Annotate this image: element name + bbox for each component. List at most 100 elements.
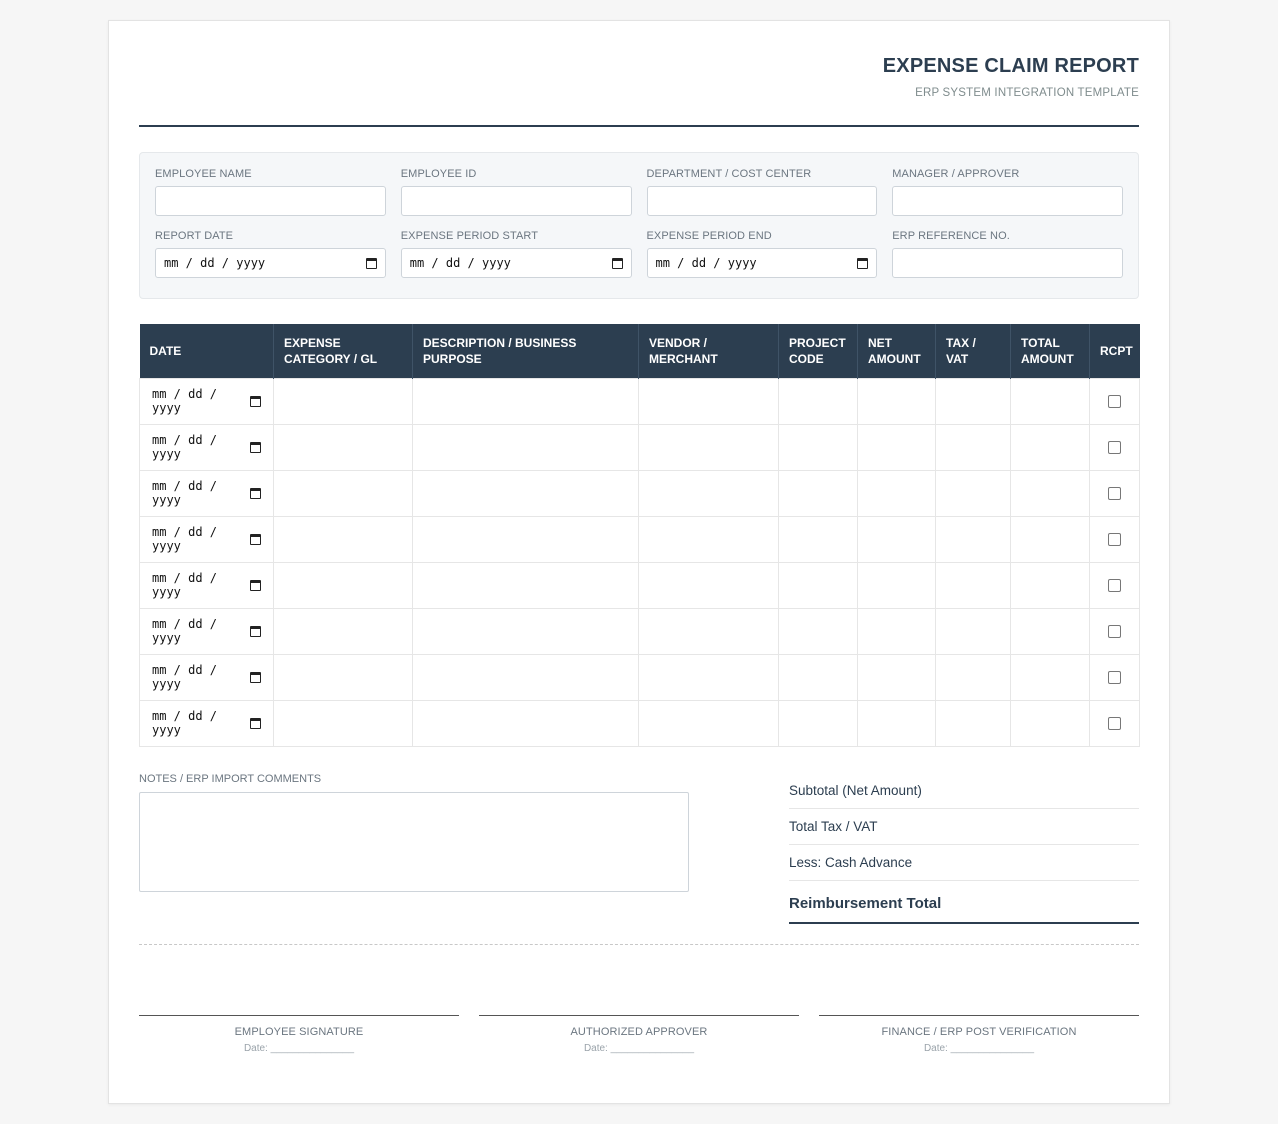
date-input[interactable]: mm / dd / yyyy bbox=[152, 387, 261, 415]
approver-signature-line[interactable] bbox=[479, 1014, 799, 1016]
period-end-input[interactable]: mm / dd / yyyy bbox=[646, 248, 878, 278]
description-cell[interactable] bbox=[412, 699, 639, 747]
category-cell[interactable] bbox=[273, 653, 413, 701]
total-amount-cell[interactable] bbox=[1010, 653, 1090, 701]
receipt-checkbox[interactable] bbox=[1108, 394, 1121, 408]
date-cell[interactable]: mm / dd / yyyy bbox=[139, 469, 274, 517]
tax-cell[interactable] bbox=[935, 607, 1011, 655]
calendar-icon[interactable] bbox=[250, 625, 261, 637]
calendar-icon[interactable] bbox=[250, 533, 261, 545]
date-input[interactable]: mm / dd / yyyy bbox=[152, 571, 261, 599]
vendor-cell[interactable] bbox=[638, 653, 779, 701]
total-amount-cell[interactable] bbox=[1010, 377, 1090, 425]
net-amount-cell[interactable] bbox=[857, 515, 936, 563]
employee-name-input[interactable] bbox=[155, 186, 386, 216]
date-input[interactable]: mm / dd / yyyy bbox=[152, 663, 261, 691]
calendar-icon[interactable] bbox=[250, 717, 261, 729]
project-code-cell[interactable] bbox=[778, 423, 858, 471]
net-amount-cell[interactable] bbox=[857, 469, 936, 517]
description-cell[interactable] bbox=[412, 607, 639, 655]
total-amount-cell[interactable] bbox=[1010, 423, 1090, 471]
date-cell[interactable]: mm / dd / yyyy bbox=[139, 561, 274, 609]
total-amount-cell[interactable] bbox=[1010, 607, 1090, 655]
receipt-checkbox[interactable] bbox=[1108, 578, 1121, 592]
date-cell[interactable]: mm / dd / yyyy bbox=[139, 515, 274, 563]
project-code-cell[interactable] bbox=[778, 469, 858, 517]
vendor-cell[interactable] bbox=[638, 377, 779, 425]
total-amount-cell[interactable] bbox=[1010, 469, 1090, 517]
department-input[interactable] bbox=[646, 186, 878, 216]
net-amount-cell[interactable] bbox=[857, 561, 936, 609]
receipt-checkbox[interactable] bbox=[1108, 532, 1121, 546]
date-input[interactable]: mm / dd / yyyy bbox=[152, 617, 261, 645]
date-input[interactable]: mm / dd / yyyy bbox=[152, 479, 261, 507]
category-cell[interactable] bbox=[273, 377, 413, 425]
description-cell[interactable] bbox=[412, 423, 639, 471]
net-amount-cell[interactable] bbox=[857, 377, 936, 425]
project-code-cell[interactable] bbox=[778, 699, 858, 747]
project-code-cell[interactable] bbox=[778, 377, 858, 425]
total-amount-cell[interactable] bbox=[1010, 561, 1090, 609]
date-input[interactable]: mm / dd / yyyy bbox=[152, 525, 261, 553]
vendor-cell[interactable] bbox=[638, 423, 779, 471]
vendor-cell[interactable] bbox=[638, 515, 779, 563]
receipt-checkbox[interactable] bbox=[1108, 624, 1121, 638]
description-cell[interactable] bbox=[412, 561, 639, 609]
vendor-cell[interactable] bbox=[638, 561, 779, 609]
calendar-icon[interactable] bbox=[250, 441, 261, 453]
category-cell[interactable] bbox=[273, 423, 413, 471]
net-amount-cell[interactable] bbox=[857, 699, 936, 747]
receipt-checkbox[interactable] bbox=[1108, 670, 1121, 684]
tax-cell[interactable] bbox=[935, 699, 1011, 747]
calendar-icon[interactable] bbox=[250, 487, 261, 499]
category-cell[interactable] bbox=[273, 561, 413, 609]
receipt-checkbox[interactable] bbox=[1108, 440, 1121, 454]
date-cell[interactable]: mm / dd / yyyy bbox=[139, 699, 274, 747]
report-date-input[interactable]: mm / dd / yyyy bbox=[155, 248, 386, 278]
net-amount-cell[interactable] bbox=[857, 653, 936, 701]
category-cell[interactable] bbox=[273, 607, 413, 655]
tax-cell[interactable] bbox=[935, 653, 1011, 701]
tax-cell[interactable] bbox=[935, 423, 1011, 471]
manager-input[interactable] bbox=[892, 186, 1123, 216]
net-amount-cell[interactable] bbox=[857, 423, 936, 471]
project-code-cell[interactable] bbox=[778, 653, 858, 701]
date-cell[interactable]: mm / dd / yyyy bbox=[139, 607, 274, 655]
date-cell[interactable]: mm / dd / yyyy bbox=[139, 423, 274, 471]
project-code-cell[interactable] bbox=[778, 515, 858, 563]
calendar-icon[interactable] bbox=[365, 257, 377, 269]
total-amount-cell[interactable] bbox=[1010, 515, 1090, 563]
category-cell[interactable] bbox=[273, 699, 413, 747]
project-code-cell[interactable] bbox=[778, 561, 858, 609]
date-input[interactable]: mm / dd / yyyy bbox=[152, 433, 261, 461]
tax-cell[interactable] bbox=[935, 561, 1011, 609]
calendar-icon[interactable] bbox=[250, 395, 261, 407]
project-code-cell[interactable] bbox=[778, 607, 858, 655]
tax-cell[interactable] bbox=[935, 469, 1011, 517]
calendar-icon[interactable] bbox=[250, 579, 261, 591]
receipt-checkbox[interactable] bbox=[1108, 486, 1121, 500]
finance-signature-line[interactable] bbox=[819, 1014, 1139, 1016]
tax-cell[interactable] bbox=[935, 377, 1011, 425]
total-amount-cell[interactable] bbox=[1010, 699, 1090, 747]
erp-reference-input[interactable] bbox=[892, 248, 1123, 278]
tax-cell[interactable] bbox=[935, 515, 1011, 563]
date-cell[interactable]: mm / dd / yyyy bbox=[139, 377, 274, 425]
calendar-icon[interactable] bbox=[611, 257, 623, 269]
receipt-checkbox[interactable] bbox=[1108, 716, 1121, 730]
net-amount-cell[interactable] bbox=[857, 607, 936, 655]
employee-id-input[interactable] bbox=[400, 186, 632, 216]
description-cell[interactable] bbox=[412, 653, 639, 701]
calendar-icon[interactable] bbox=[857, 257, 869, 269]
description-cell[interactable] bbox=[412, 377, 639, 425]
description-cell[interactable] bbox=[412, 469, 639, 517]
vendor-cell[interactable] bbox=[638, 607, 779, 655]
category-cell[interactable] bbox=[273, 515, 413, 563]
description-cell[interactable] bbox=[412, 515, 639, 563]
date-cell[interactable]: mm / dd / yyyy bbox=[139, 653, 274, 701]
category-cell[interactable] bbox=[273, 469, 413, 517]
period-start-input[interactable]: mm / dd / yyyy bbox=[400, 248, 632, 278]
date-input[interactable]: mm / dd / yyyy bbox=[152, 709, 261, 737]
calendar-icon[interactable] bbox=[250, 671, 261, 683]
vendor-cell[interactable] bbox=[638, 699, 779, 747]
